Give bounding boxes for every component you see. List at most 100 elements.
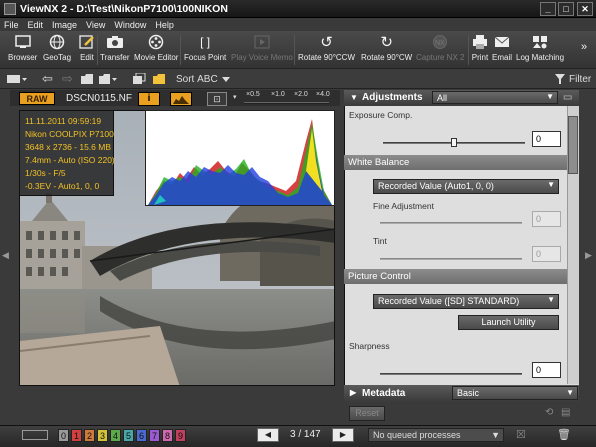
geotag-button[interactable]: GeoTag <box>43 33 71 67</box>
label-button-5[interactable]: 5 <box>123 429 134 442</box>
label-button-2[interactable]: 2 <box>84 429 95 442</box>
forward-arrow-button[interactable]: ⇨ <box>62 71 73 86</box>
email-button[interactable]: Email <box>492 33 512 67</box>
info-shutter-aperture: 1/30s - F/5 <box>25 168 66 178</box>
toolbar-overflow-button[interactable]: » <box>581 41 587 53</box>
info-overlay-button[interactable]: i <box>138 92 160 106</box>
fine-adjustment-value-field[interactable]: 0 <box>532 211 561 227</box>
transfer-button[interactable]: Transfer <box>100 33 130 67</box>
print-button[interactable]: Print <box>471 33 489 67</box>
menu-help[interactable]: Help <box>155 20 174 30</box>
label-button-6[interactable]: 6 <box>136 429 147 442</box>
fit-to-screen-button[interactable]: ⊡ <box>207 92 227 106</box>
histogram-toggle-button[interactable] <box>170 92 192 106</box>
rotate-cw-button[interactable]: ↻ Rotate 90°CW <box>361 33 412 67</box>
fine-adjustment-slider[interactable] <box>380 222 522 224</box>
minimize-button[interactable]: _ <box>540 2 556 16</box>
picture-control-section: Picture Control <box>344 269 567 284</box>
launch-utility-button[interactable]: Launch Utility <box>458 315 559 330</box>
tint-value-field[interactable]: 0 <box>532 246 561 262</box>
edit-button[interactable]: Edit <box>78 33 96 67</box>
white-balance-select[interactable]: Recorded Value (Auto1, 0, 0) ▼ <box>373 179 559 194</box>
tint-slider[interactable] <box>380 258 522 260</box>
new-folder-button[interactable] <box>152 72 166 86</box>
raw-badge[interactable]: RAW <box>19 92 55 105</box>
chevron-down-icon: ▼ <box>547 295 555 304</box>
rotate-ccw-button[interactable]: ↺ Rotate 90°CCW <box>298 33 355 67</box>
panel-scrollbar-thumb[interactable] <box>568 116 578 174</box>
sharpness-value-field[interactable]: 0 <box>532 362 561 378</box>
panel-options-icon[interactable]: ▭ <box>563 92 572 103</box>
edit-label: Edit <box>80 53 94 62</box>
toolbar-separator <box>294 35 295 65</box>
metadata-filter-select[interactable]: Basic ▼ <box>452 386 578 400</box>
zoom-dropdown-icon[interactable]: ▾ <box>233 93 237 101</box>
adjustments-title: Adjustments <box>362 92 423 103</box>
browser-icon <box>14 33 32 51</box>
back-arrow-button[interactable]: ⇦ <box>42 71 53 86</box>
right-panel-toggle-icon[interactable]: ▶ <box>585 250 592 261</box>
folder-dropdown-icon <box>99 74 117 84</box>
expand-arrow-icon[interactable]: ▶ <box>350 388 356 397</box>
menu-window[interactable]: Window <box>114 20 146 30</box>
browser-button[interactable]: Browser <box>8 33 37 67</box>
previous-image-button[interactable]: ◀ <box>257 428 279 442</box>
adjustments-filter-select[interactable]: All ▼ <box>432 91 558 104</box>
menu-edit[interactable]: Edit <box>28 20 44 30</box>
close-button[interactable]: ✕ <box>577 2 593 16</box>
capture-nx2-label: Capture NX 2 <box>416 53 465 62</box>
geotag-label: GeoTag <box>43 53 72 62</box>
print-label: Print <box>471 53 489 62</box>
label-button-9[interactable]: 9 <box>175 429 186 442</box>
menu-view[interactable]: View <box>86 20 105 30</box>
copy-button[interactable] <box>132 72 146 86</box>
sync-icon[interactable]: ⟲ <box>545 407 553 418</box>
movie-editor-button[interactable]: Movie Editor <box>134 33 178 67</box>
info-camera: Nikon COOLPIX P7100 <box>25 129 114 139</box>
log-matching-button[interactable]: Log Matching <box>516 33 564 67</box>
title-bar: ViewNX 2 - D:\Test\NikonP7100\100NIKON _… <box>0 0 596 18</box>
capture-nx2-button[interactable]: NX Capture NX 2 <box>416 33 464 67</box>
fine-adjustment-label: Fine Adjustment <box>373 201 434 211</box>
exposure-value-field[interactable]: 0 <box>532 131 561 147</box>
label-button-4[interactable]: 4 <box>110 429 121 442</box>
camera-icon <box>106 33 124 51</box>
folder-menu-button[interactable] <box>98 72 118 86</box>
maximize-button[interactable]: □ <box>558 2 574 16</box>
chevron-down-icon: ▼ <box>566 388 574 397</box>
zoom-slider[interactable] <box>244 102 329 104</box>
sort-menu[interactable]: Sort ABC <box>176 72 231 86</box>
label-button-7[interactable]: 7 <box>149 429 160 442</box>
rotate-ccw-label: Rotate 90°CCW <box>298 53 355 62</box>
folder-up-button[interactable] <box>80 72 94 86</box>
window-title: ViewNX 2 - D:\Test\NikonP7100\100NIKON <box>20 2 228 15</box>
filter-button[interactable]: Filter <box>554 72 591 86</box>
panel-settings-icon[interactable]: ▤ <box>561 407 570 418</box>
trash-icon[interactable]: 🗑 <box>557 428 571 441</box>
reset-button[interactable]: Reset <box>349 406 385 421</box>
play-icon <box>253 33 271 51</box>
menu-file[interactable]: File <box>4 20 19 30</box>
focus-point-button[interactable]: [ ] Focus Point <box>184 33 226 67</box>
play-voice-memo-button[interactable]: Play Voice Memo <box>231 33 293 67</box>
arrow-right-icon: ⇨ <box>62 71 73 86</box>
exposure-slider-thumb[interactable] <box>451 138 457 147</box>
collapse-arrow-icon[interactable]: ▼ <box>350 93 358 102</box>
picture-control-select[interactable]: Recorded Value ([SD] STANDARD) ▼ <box>373 294 559 309</box>
histogram-overlay <box>145 110 335 206</box>
play-voice-memo-label: Play Voice Memo <box>231 53 293 62</box>
email-label: Email <box>492 53 513 62</box>
processing-queue-select[interactable]: No queued processes ▼ <box>368 428 504 442</box>
label-button-1[interactable]: 1 <box>71 429 82 442</box>
next-image-button[interactable]: ▶ <box>332 428 354 442</box>
thumbnail-size-icon[interactable] <box>22 430 48 440</box>
label-button-0[interactable]: 0 <box>58 429 69 442</box>
label-button-3[interactable]: 3 <box>97 429 108 442</box>
menu-image[interactable]: Image <box>52 20 77 30</box>
left-panel-toggle-icon[interactable]: ◀ <box>2 250 9 261</box>
cancel-queue-icon[interactable]: ☒ <box>516 428 526 441</box>
view-mode-button[interactable] <box>6 72 28 86</box>
label-button-8[interactable]: 8 <box>162 429 173 442</box>
chevron-down-icon: ▼ <box>546 92 554 101</box>
sharpness-slider[interactable] <box>380 373 522 375</box>
